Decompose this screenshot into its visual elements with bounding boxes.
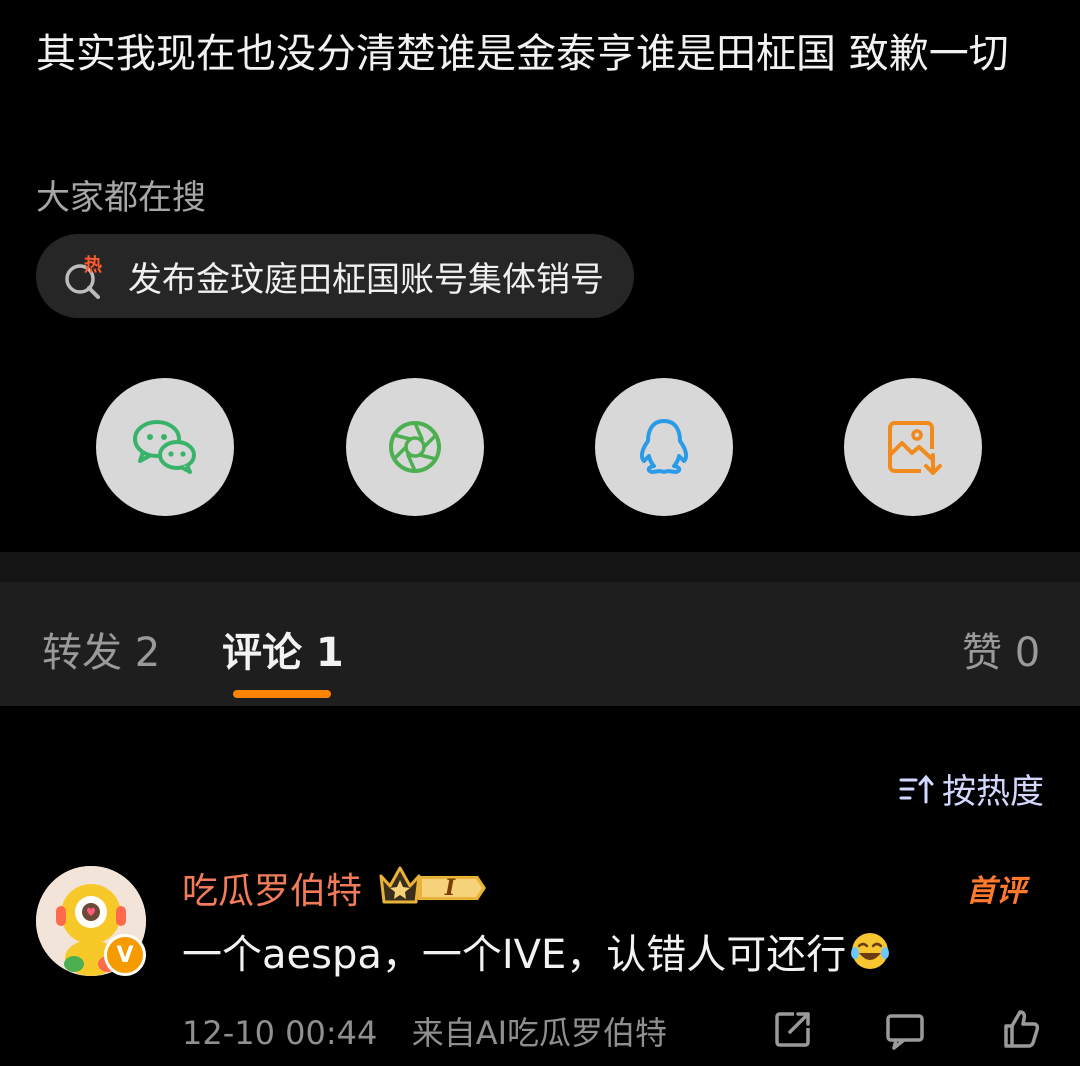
comment-username[interactable]: 吃瓜罗伯特 bbox=[182, 862, 362, 914]
comment-body: 一个aespa，一个IVE，认错人可还行 bbox=[182, 922, 892, 980]
sort-toggle[interactable]: 按热度 bbox=[898, 764, 1044, 813]
crown-level-badge: I bbox=[379, 866, 486, 904]
comment-source: 来自AI吃瓜罗伯特 bbox=[411, 1014, 668, 1052]
trending-label: 大家都在搜 bbox=[36, 178, 206, 218]
first-comment-badge: 首评 bbox=[966, 874, 1026, 909]
tabs-bar: 转发 2 评论 1 赞 0 bbox=[0, 582, 1080, 706]
wechat-icon bbox=[133, 420, 196, 474]
qq-penguin-icon bbox=[639, 419, 689, 474]
share-qq-button[interactable] bbox=[595, 378, 733, 516]
save-image-button[interactable] bbox=[844, 378, 982, 516]
hot-search-chip[interactable]: 热 发布金玟庭田柾国账号集体销号 bbox=[36, 234, 634, 318]
hot-search-topic: 发布金玟庭田柾国账号集体销号 bbox=[128, 259, 604, 300]
hot-tag: 热 bbox=[84, 254, 102, 276]
comment-time: 12-10 00:44 bbox=[182, 1014, 378, 1052]
hot-search-icon: 热 bbox=[65, 254, 102, 299]
share-wechat-button[interactable] bbox=[96, 378, 234, 516]
save-image-icon bbox=[888, 421, 942, 475]
reply-comment-icon[interactable] bbox=[884, 1008, 926, 1050]
level-number: I bbox=[444, 875, 456, 901]
repost-comment-icon[interactable] bbox=[772, 1008, 814, 1050]
comment-meta: 12-10 00:44 来自AI吃瓜罗伯特 bbox=[182, 1008, 667, 1054]
sort-label: 按热度 bbox=[942, 772, 1044, 812]
section-divider bbox=[0, 552, 1080, 582]
sort-arrows-icon bbox=[899, 774, 934, 803]
verified-badge: V bbox=[104, 934, 146, 976]
tab-likes[interactable]: 赞 0 bbox=[962, 620, 1040, 678]
like-comment-icon[interactable] bbox=[1000, 1008, 1042, 1050]
laugh-cry-emoji-icon bbox=[851, 933, 890, 969]
tab-comments[interactable]: 评论 1 bbox=[222, 620, 344, 678]
active-tab-indicator bbox=[233, 690, 331, 698]
share-moments-button[interactable] bbox=[346, 378, 484, 516]
comment-text: 一个aespa，一个IVE，认错人可还行 bbox=[182, 932, 847, 978]
post-text: 其实我现在也没分清楚谁是金泰亨谁是田柾国 致歉一切 bbox=[36, 31, 1009, 77]
moments-shutter-icon bbox=[389, 421, 441, 473]
tab-reposts[interactable]: 转发 2 bbox=[42, 620, 160, 678]
